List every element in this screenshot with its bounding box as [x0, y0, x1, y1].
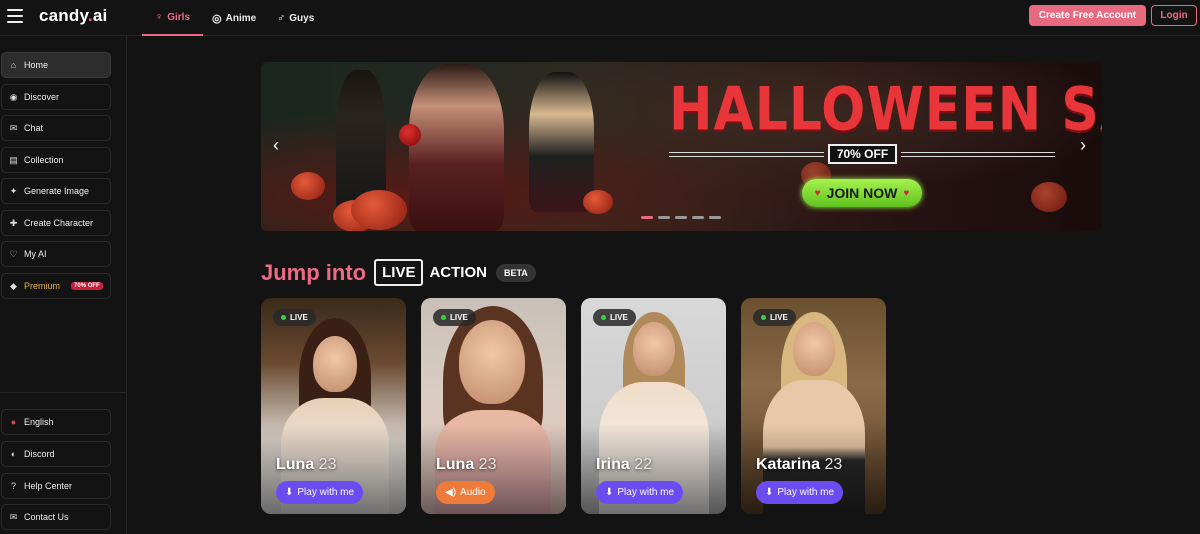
pumpkin-image — [291, 172, 325, 200]
sidebar-item-create-character[interactable]: ✚ Create Character — [1, 210, 111, 236]
divider-line — [669, 152, 824, 153]
live-label: LIVE — [374, 259, 424, 286]
join-now-button[interactable]: ♥ JOIN NOW ♥ — [802, 179, 922, 207]
joystick-icon: ⬇ — [765, 487, 774, 498]
section-heading: Jump into LIVE ACTION BETA — [261, 258, 536, 287]
live-badge: LIVE — [753, 309, 796, 326]
character-image — [793, 322, 835, 376]
heart-icon: ♥ — [814, 187, 821, 199]
banner-figure — [529, 72, 594, 212]
collection-icon: ▤ — [9, 154, 18, 165]
sidebar-item-home[interactable]: ⌂ Home — [1, 52, 111, 78]
sidebar-item-my-ai[interactable]: ♡ My AI — [1, 241, 111, 267]
sidebar-item-discord[interactable]: ◐ Discord — [1, 441, 111, 467]
live-badge: LIVE — [433, 309, 476, 326]
mail-icon: ✉ — [9, 511, 18, 522]
sidebar-item-chat[interactable]: ✉ Chat — [1, 115, 111, 141]
banner-figure — [409, 64, 504, 231]
character-card[interactable]: LIVE Irina 22 ⬇ Play with me — [581, 298, 726, 514]
character-name: Irina 22 — [596, 456, 653, 473]
character-name: Luna 23 — [436, 456, 497, 473]
pumpkin-image — [1031, 182, 1067, 212]
live-badge: LIVE — [593, 309, 636, 326]
sidebar-item-english[interactable]: ● English — [1, 409, 111, 435]
sidebar-divider — [0, 392, 127, 393]
sidebar-item-contact-us[interactable]: ✉ Contact Us — [1, 504, 111, 530]
promo-banner[interactable]: HALLOWEEN SALE 70% OFF ♥ JOIN NOW ♥ ‹ › — [261, 62, 1102, 231]
apple-image — [399, 124, 421, 146]
sidebar-item-premium[interactable]: ◆ Premium 70% OFF — [1, 273, 111, 299]
sidebar-item-discover[interactable]: ◉ Discover — [1, 84, 111, 110]
tab-girls[interactable]: ♀ Girls — [142, 0, 203, 36]
menu-icon[interactable] — [7, 9, 23, 23]
play-button[interactable]: ⬇ Play with me — [276, 481, 364, 504]
character-name: Katarina 23 — [756, 456, 843, 473]
discount-badge: 70% OFF — [71, 282, 103, 290]
help-icon: ? — [10, 481, 16, 491]
login-button[interactable]: Login — [1151, 5, 1197, 26]
beta-badge: BETA — [495, 263, 536, 282]
diamond-icon: ◆ — [10, 280, 17, 291]
carousel-dots — [641, 216, 721, 219]
live-dot-icon — [441, 315, 446, 320]
logo[interactable]: candy.ai — [39, 6, 107, 26]
sidebar-item-help-center[interactable]: ? Help Center — [1, 473, 111, 499]
discord-icon: ◐ — [10, 449, 17, 459]
chat-icon: ✉ — [9, 122, 18, 133]
tab-anime[interactable]: ◎ Anime — [212, 0, 256, 36]
character-image — [459, 320, 525, 404]
top-bar: candy.ai ♀ Girls ◎ Anime ♂ Guys Create F… — [0, 0, 1200, 36]
carousel-dot[interactable] — [692, 216, 704, 219]
pumpkin-image — [583, 190, 613, 214]
chevron-right-icon[interactable]: › — [1080, 135, 1086, 156]
carousel-dot[interactable] — [658, 216, 670, 219]
flag-icon: ● — [10, 417, 17, 427]
live-dot-icon — [761, 315, 766, 320]
character-image — [633, 322, 675, 376]
sparkle-icon: ✦ — [9, 185, 18, 196]
divider-line — [669, 156, 824, 157]
anime-icon: ◎ — [212, 12, 222, 25]
male-icon: ♂ — [277, 12, 286, 24]
chevron-left-icon[interactable]: ‹ — [273, 135, 279, 156]
divider-line — [901, 156, 1055, 157]
divider-line — [901, 152, 1055, 153]
heart-icon: ♡ — [9, 248, 18, 259]
live-dot-icon — [601, 315, 606, 320]
carousel-dot[interactable] — [675, 216, 687, 219]
tab-guys[interactable]: ♂ Guys — [277, 0, 314, 36]
audio-button[interactable]: ◀) Audio — [436, 481, 495, 504]
joystick-icon: ⬇ — [605, 487, 614, 498]
discount-label: 70% OFF — [828, 144, 897, 164]
banner-title: HALLOWEEN SALE — [669, 75, 1102, 145]
create-account-button[interactable]: Create Free Account — [1029, 5, 1146, 26]
sidebar: ⌂ Home ◉ Discover ✉ Chat ▤ Collection ✦ … — [0, 36, 127, 534]
female-icon: ♀ — [154, 11, 164, 23]
sidebar-item-generate-image[interactable]: ✦ Generate Image — [1, 178, 111, 204]
live-dot-icon — [281, 315, 286, 320]
sidebar-item-collection[interactable]: ▤ Collection — [1, 147, 111, 173]
compass-icon: ◉ — [9, 91, 18, 102]
carousel-dot[interactable] — [709, 216, 721, 219]
live-badge: LIVE — [273, 309, 316, 326]
character-card[interactable]: LIVE Katarina 23 ⬇ Play with me — [741, 298, 886, 514]
carousel-dot[interactable] — [641, 216, 653, 219]
pumpkin-image — [351, 190, 407, 230]
joystick-icon: ⬇ — [285, 487, 294, 498]
home-icon: ⌂ — [10, 60, 17, 70]
character-card[interactable]: LIVE Luna 23 ◀) Audio — [421, 298, 566, 514]
character-name: Luna 23 — [276, 456, 337, 473]
play-button[interactable]: ⬇ Play with me — [596, 481, 684, 504]
character-image — [313, 336, 357, 392]
play-button[interactable]: ⬇ Play with me — [756, 481, 844, 504]
speaker-icon: ◀) — [445, 487, 457, 498]
magic-wand-icon: ✚ — [9, 217, 18, 228]
character-card[interactable]: LIVE Luna 23 ⬇ Play with me — [261, 298, 406, 514]
heart-icon: ♥ — [903, 187, 910, 199]
